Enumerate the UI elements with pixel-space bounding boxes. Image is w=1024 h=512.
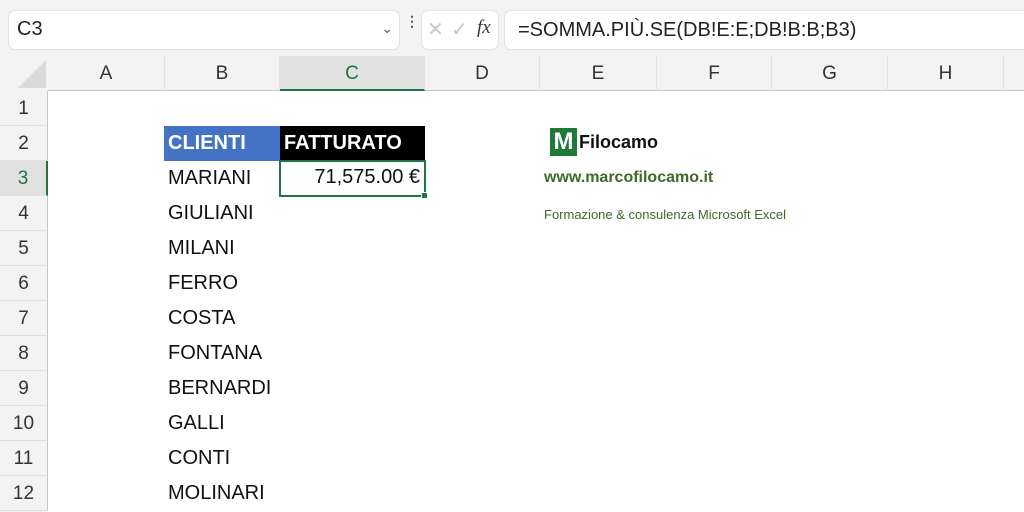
cell-b5[interactable]: MILANI bbox=[164, 231, 280, 266]
column-header-b[interactable]: B bbox=[165, 56, 280, 91]
cell-b6[interactable]: FERRO bbox=[164, 266, 280, 301]
cell-c3-value: 71,575.00 € bbox=[314, 166, 420, 188]
row-header-3[interactable]: 3 bbox=[0, 161, 48, 196]
tagline-text: Formazione & consulenza Microsoft Excel bbox=[544, 207, 787, 222]
more-options-icon[interactable]: ⋮ bbox=[405, 14, 419, 38]
brand-logo: M Filocamo bbox=[550, 127, 658, 157]
row-header-8[interactable]: 8 bbox=[0, 336, 48, 371]
column-header-g[interactable]: G bbox=[772, 56, 888, 91]
row-header-11[interactable]: 11 bbox=[0, 441, 48, 476]
cancel-icon[interactable]: ✕ bbox=[427, 17, 444, 42]
header-fatturato[interactable]: FATTURATO bbox=[280, 126, 425, 161]
column-header-i[interactable] bbox=[1004, 56, 1024, 91]
column-header-d[interactable]: D bbox=[425, 56, 540, 91]
cell-b7[interactable]: COSTA bbox=[164, 301, 280, 336]
cell-b12[interactable]: MOLINARI bbox=[164, 476, 280, 511]
cell-b9[interactable]: BERNARDI bbox=[164, 371, 280, 406]
row-header-5[interactable]: 5 bbox=[0, 231, 48, 266]
select-all-triangle-icon bbox=[18, 60, 46, 88]
logo-text: Filocamo bbox=[579, 131, 659, 152]
column-header-h[interactable]: H bbox=[888, 56, 1004, 91]
formula-input[interactable]: =SOMMA.PIÙ.SE(DB!E:E;DB!B:B;B3) bbox=[505, 11, 1024, 49]
insert-function-icon[interactable]: fx bbox=[477, 17, 491, 39]
cell-b3[interactable]: MARIANI bbox=[164, 161, 280, 196]
column-header-e[interactable]: E bbox=[540, 56, 657, 91]
row-header-4[interactable]: 4 bbox=[0, 196, 48, 231]
row-header-9[interactable]: 9 bbox=[0, 371, 48, 406]
select-all-button[interactable] bbox=[0, 56, 48, 91]
cell-b4[interactable]: GIULIANI bbox=[164, 196, 280, 231]
row-header-7[interactable]: 7 bbox=[0, 301, 48, 336]
column-header-f[interactable]: F bbox=[657, 56, 772, 91]
formula-bar-area: C3 ⌄ ⋮ ✕ ✓ fx =SOMMA.PIÙ.SE(DB!E:E;DB!B:… bbox=[0, 0, 1024, 56]
enter-icon[interactable]: ✓ bbox=[451, 17, 468, 42]
cell-area[interactable]: CLIENTI FATTURATO MARIANI 71,575.00 € GI… bbox=[48, 91, 1024, 512]
row-header-6[interactable]: 6 bbox=[0, 266, 48, 301]
formula-text[interactable]: =SOMMA.PIÙ.SE(DB!E:E;DB!B:B;B3) bbox=[518, 19, 856, 42]
column-header-a[interactable]: A bbox=[48, 56, 165, 91]
header-clienti[interactable]: CLIENTI bbox=[164, 126, 280, 161]
cell-b8[interactable]: FONTANA bbox=[164, 336, 280, 371]
cell-c3-active[interactable]: 71,575.00 € bbox=[279, 160, 428, 199]
row-header-2[interactable]: 2 bbox=[0, 126, 48, 161]
logo-m-icon: M bbox=[550, 128, 577, 156]
cell-b10[interactable]: GALLI bbox=[164, 406, 280, 441]
spreadsheet-grid: A B C D E F G H 1 2 3 4 5 6 7 8 9 10 11 … bbox=[0, 56, 1024, 512]
chevron-down-icon[interactable]: ⌄ bbox=[381, 20, 393, 37]
website-text: www.marcofilocamo.it bbox=[544, 169, 714, 186]
row-header-10[interactable]: 10 bbox=[0, 406, 48, 441]
formula-actions: ✕ ✓ fx bbox=[422, 11, 498, 49]
cell-b11[interactable]: CONTI bbox=[164, 441, 280, 476]
row-header-12[interactable]: 12 bbox=[0, 476, 48, 511]
column-header-c[interactable]: C bbox=[280, 56, 425, 91]
fill-handle[interactable] bbox=[421, 192, 428, 199]
name-box-value[interactable]: C3 bbox=[17, 18, 43, 41]
row-header-1[interactable]: 1 bbox=[0, 91, 48, 126]
name-box[interactable]: C3 ⌄ bbox=[9, 11, 399, 49]
